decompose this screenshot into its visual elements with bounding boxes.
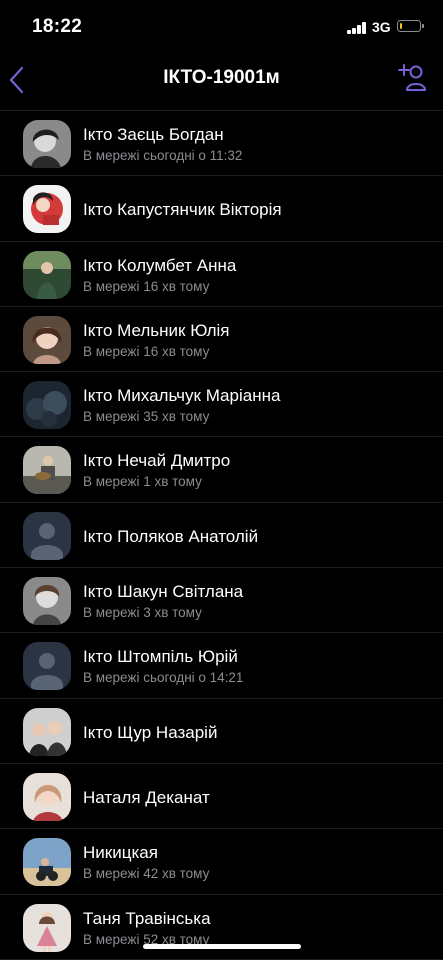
member-row[interactable]: Ікто Мельник Юлія В мережі 16 хв тому <box>0 307 443 373</box>
page-title: ІКТО-19001м <box>163 67 280 88</box>
avatar-photo <box>23 838 71 887</box>
avatar[interactable] <box>23 250 71 299</box>
status-time: 18:22 <box>32 16 83 37</box>
cellular-signal-icon <box>347 22 367 34</box>
avatar-photo <box>23 381 71 430</box>
nav-bar: ІКТО-19001м <box>0 52 443 108</box>
member-status: В мережі сьогодні о 14:21 <box>83 670 244 686</box>
member-row[interactable]: Ікто Нечай Дмитро В мережі 1 хв тому <box>0 437 443 504</box>
avatar-photo <box>23 577 71 626</box>
avatar-photo <box>23 707 71 756</box>
default-avatar-icon <box>23 511 71 560</box>
member-list: Ікто Заєць Богдан В мережі сьогодні о 11:… <box>0 111 443 960</box>
member-name: Ікто Нечай Дмитро <box>83 451 231 471</box>
avatar[interactable] <box>23 642 71 691</box>
member-status: В мережі 42 хв тому <box>83 866 210 882</box>
member-name: Ікто Колумбет Анна <box>83 255 237 275</box>
avatar[interactable] <box>23 511 71 560</box>
avatar-photo <box>23 250 71 299</box>
member-name: Ікто Штомпіль Юрій <box>83 647 238 667</box>
avatar[interactable] <box>23 772 71 821</box>
avatar[interactable] <box>23 838 71 887</box>
avatar[interactable] <box>23 120 71 168</box>
member-status: В мережі 16 хв тому <box>83 278 210 294</box>
battery-level <box>399 22 402 29</box>
member-row[interactable]: Ікто Шакун Світлана В мережі 3 хв тому <box>0 568 443 634</box>
member-status: В мережі сьогодні о 11:32 <box>83 148 243 163</box>
avatar[interactable] <box>23 315 71 364</box>
member-name: Таня Травінська <box>83 908 211 928</box>
avatar[interactable] <box>23 446 71 495</box>
member-row[interactable]: Таня Травінська В мережі 52 хв тому <box>0 895 443 960</box>
avatar[interactable] <box>23 903 71 952</box>
battery-cap <box>422 24 424 28</box>
member-row[interactable]: Ікто Колумбет Анна В мережі 16 хв тому <box>0 242 443 308</box>
avatar-photo <box>23 315 71 364</box>
avatar-photo <box>23 120 71 168</box>
avatar[interactable] <box>23 577 71 626</box>
member-status: В мережі 1 хв тому <box>83 474 202 490</box>
add-participant-button[interactable] <box>394 60 430 96</box>
member-status: В мережі 16 хв тому <box>83 343 210 359</box>
status-bar: 18:22 3G <box>0 0 443 52</box>
member-row[interactable]: Ікто Михальчук Маріанна В мережі 35 хв то… <box>0 372 443 438</box>
member-row[interactable]: Ікто Щур Назарій <box>0 699 443 765</box>
member-name: Ікто Заєць Богдан <box>83 125 224 144</box>
add-participant-icon <box>398 64 426 91</box>
member-row[interactable]: Ікто Заєць Богдан В мережі сьогодні о 11:… <box>0 111 443 177</box>
member-name: Ікто Капустянчик Вікторія <box>83 200 282 220</box>
avatar[interactable] <box>23 707 71 756</box>
avatar[interactable] <box>23 381 71 430</box>
member-name: Никицкая <box>83 843 158 863</box>
member-row[interactable]: Ікто Поляков Анатолій <box>0 503 443 569</box>
member-name: Ікто Михальчук Маріанна <box>83 386 281 406</box>
member-name: Ікто Шакун Світлана <box>83 582 244 602</box>
home-indicator[interactable] <box>143 944 301 949</box>
avatar[interactable] <box>23 185 71 234</box>
battery-icon <box>397 20 421 32</box>
member-row[interactable]: Наталя Деканат <box>0 764 443 830</box>
avatar-photo <box>23 446 71 495</box>
member-row[interactable]: Ікто Штомпіль Юрій В мережі сьогодні о 14… <box>0 633 443 699</box>
member-row[interactable]: Ікто Капустянчик Вікторія <box>0 176 443 242</box>
member-name: Ікто Мельник Юлія <box>83 320 230 340</box>
member-name: Наталя Деканат <box>83 787 210 807</box>
network-type: 3G <box>372 19 391 35</box>
member-name: Ікто Щур Назарій <box>83 722 218 742</box>
member-status: В мережі 35 хв тому <box>83 409 210 425</box>
default-avatar-icon <box>23 642 71 691</box>
member-row[interactable]: Никицкая В мережі 42 хв тому <box>0 829 443 895</box>
avatar-photo <box>23 772 71 821</box>
member-status: В мережі 3 хв тому <box>83 605 202 621</box>
avatar-photo <box>23 185 71 234</box>
avatar-photo <box>23 903 71 952</box>
member-name: Ікто Поляков Анатолій <box>83 526 259 546</box>
